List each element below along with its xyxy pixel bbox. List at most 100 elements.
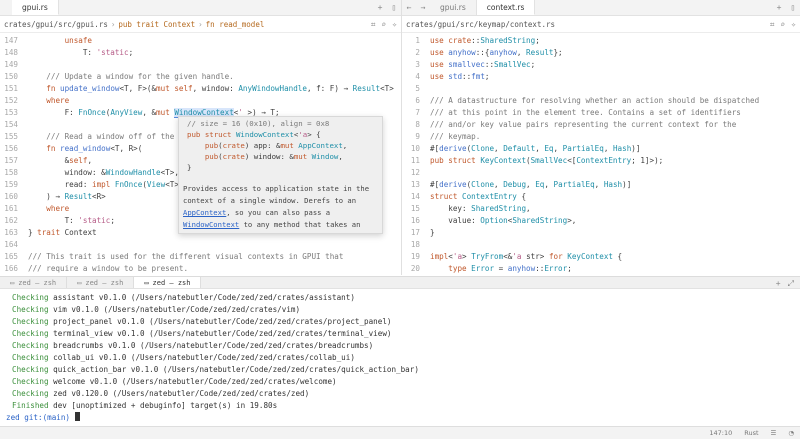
- split-icon[interactable]: ▯: [387, 0, 401, 15]
- code-line[interactable]: 8 /// and/or key value pairs representing…: [402, 119, 736, 130]
- code-line[interactable]: 18: [402, 239, 430, 250]
- terminal-line: Checking terminal_view v0.1.0 (/Users/na…: [12, 329, 392, 338]
- code-line[interactable]: 150 /// Update a window for the given ha…: [0, 71, 233, 82]
- split-icon[interactable]: ▯: [786, 0, 800, 15]
- arrow-right-icon[interactable]: →: [416, 0, 430, 15]
- code-line[interactable]: 160 ) → Result<R>: [0, 191, 105, 202]
- hover-popover[interactable]: // size = 16 (0x10), align = 0x8 pub stru…: [178, 116, 383, 234]
- code-line[interactable]: 17}: [402, 227, 435, 238]
- terminal-line: Checking welcome v0.1.0 (/Users/natebutl…: [12, 377, 337, 386]
- language-selector[interactable]: Rust: [744, 429, 758, 437]
- tab-gpui-rs-right[interactable]: gpui.rs: [430, 0, 477, 15]
- code-line[interactable]: 16 value: Option<SharedString>,: [402, 215, 577, 226]
- code-text: T: 'static;: [28, 216, 115, 225]
- code-line[interactable]: 11 pub struct KeyContext(SmallVec<[Contex…: [402, 155, 663, 166]
- line-number: 166: [4, 264, 18, 273]
- left-breadcrumb[interactable]: crates/gpui/src/gpui.rs › pub trait Cont…: [0, 16, 401, 33]
- code-line[interactable]: 158 window: &WindowHandle<T>,: [0, 167, 179, 178]
- line-number: 157: [4, 156, 18, 165]
- code-line[interactable]: 147 unsafe: [0, 35, 92, 46]
- code-line[interactable]: 162 T: 'static;: [0, 215, 115, 226]
- code-line[interactable]: 2 use anyhow::{anyhow, Result};: [402, 47, 562, 58]
- line-number: 158: [4, 168, 18, 177]
- right-breadcrumb[interactable]: crates/gpui/src/keymap/context.rs ⌗ ⌕ ✧: [402, 16, 800, 33]
- code-line[interactable]: 1 use crate::SharedString;: [402, 35, 539, 46]
- search-icon[interactable]: ⌕: [780, 20, 785, 29]
- terminal-prompt[interactable]: zed git:(main): [6, 412, 80, 423]
- code-line[interactable]: 148 T: 'static;: [0, 47, 133, 58]
- search-icon[interactable]: ⌕: [381, 20, 386, 29]
- plus-icon[interactable]: +: [776, 279, 781, 288]
- code-line[interactable]: 165 /// This trait is used for the differ…: [0, 251, 343, 262]
- code-line[interactable]: 6 /// A datastructure for resolving wheth…: [402, 95, 759, 106]
- code-line[interactable]: 10 #[derive(Clone, Default, Eq, PartialEq…: [402, 143, 641, 154]
- code-line[interactable]: 155 /// Read a window off of the: [0, 131, 174, 142]
- plus-icon[interactable]: +: [373, 0, 387, 15]
- code-line[interactable]: 14 struct ContextEntry {: [402, 191, 526, 202]
- line-number: 3: [415, 60, 420, 69]
- terminal-line: Checking collab_ui v0.1.0 (/Users/natebu…: [12, 353, 355, 362]
- status-bar: 147:10 Rust ☰ ◔: [0, 426, 800, 439]
- tab-label: gpui.rs: [440, 3, 466, 12]
- code-line[interactable]: 151 fn update_window<T, F>(&mut self, wi…: [0, 83, 394, 94]
- code-text: } trait Context: [28, 228, 97, 237]
- doc-link[interactable]: WindowContext: [183, 220, 239, 229]
- terminal-tab-3[interactable]: ▭ zed — zsh: [134, 277, 202, 288]
- code-line[interactable]: 4 use std::fmt;: [402, 71, 489, 82]
- terminal-tab-label: zed — zsh: [152, 278, 191, 287]
- popover-code-line: pub struct WindowContext<'a> {: [187, 130, 321, 139]
- tab-gpui-rs[interactable]: gpui.rs: [12, 0, 59, 15]
- inlay-hint-icon[interactable]: ⌗: [371, 20, 376, 30]
- line-number: 19: [410, 252, 420, 261]
- maximize-icon[interactable]: ⤢: [788, 279, 794, 289]
- code-text: /// A datastructure for resolving whethe…: [430, 96, 760, 105]
- terminal-tab-2[interactable]: ▭ zed — zsh: [67, 277, 135, 288]
- notification-icon[interactable]: ◔: [788, 429, 794, 437]
- right-editor[interactable]: 1 use crate::SharedString; 2 use anyhow::{a…: [402, 33, 800, 276]
- code-line[interactable]: 7 /// at this point in the element tree. …: [402, 107, 740, 118]
- assistant-icon[interactable]: ✧: [791, 20, 796, 29]
- code-line[interactable]: 154: [0, 119, 28, 130]
- code-line[interactable]: 9 /// keymap.: [402, 131, 480, 142]
- cursor-position[interactable]: 147:10: [709, 429, 732, 437]
- line-number: 150: [4, 72, 18, 81]
- code-line[interactable]: 159 read: impl FnOnce(View<T>: [0, 179, 179, 190]
- code-line[interactable]: 3 use smallvec::SmallVec;: [402, 59, 535, 70]
- arrow-left-icon[interactable]: ←: [402, 0, 416, 15]
- breadcrumb-path: crates/gpui/src/gpui.rs: [4, 19, 108, 29]
- code-text: value: Option<SharedString>,: [430, 216, 577, 225]
- code-line[interactable]: 20 type Error = anyhow::Error;: [402, 263, 572, 274]
- terminal-tab-1[interactable]: ▭ zed — zsh: [0, 277, 68, 288]
- code-line[interactable]: 166 /// require a window to be present.: [0, 263, 188, 274]
- doc-link[interactable]: AppContext: [183, 208, 226, 217]
- code-line[interactable]: 13 #[derive(Clone, Debug, Eq, PartialEq, …: [402, 179, 631, 190]
- code-line[interactable]: 161 where: [0, 203, 69, 214]
- inlay-hint-icon[interactable]: ⌗: [770, 20, 775, 30]
- feedback-icon[interactable]: ☰: [771, 429, 777, 437]
- line-number: 15: [410, 204, 420, 213]
- code-line[interactable]: 5: [402, 83, 430, 94]
- code-line[interactable]: 152 where: [0, 95, 69, 106]
- code-line[interactable]: 19 impl<'a> TryFrom<&'a str> for KeyConte…: [402, 251, 622, 262]
- line-number: 8: [415, 120, 420, 129]
- code-text: }: [430, 228, 435, 237]
- terminal-output[interactable]: Checking assistant v0.1.0 (/Users/natebu…: [0, 290, 800, 426]
- plus-icon[interactable]: +: [772, 0, 786, 15]
- chevron-right-icon: ›: [110, 19, 116, 29]
- assistant-icon[interactable]: ✧: [392, 20, 397, 29]
- code-line[interactable]: 164: [0, 239, 28, 250]
- terminal-line: Finished dev [unoptimized + debuginfo] t…: [12, 401, 278, 410]
- chevron-right-icon: ›: [198, 19, 203, 29]
- code-line[interactable]: 163} trait Context: [0, 227, 97, 238]
- popover-doc-line: context of a single window. Derefs to an: [183, 196, 357, 205]
- tab-context-rs[interactable]: context.rs: [476, 0, 536, 15]
- code-line[interactable]: 12: [402, 167, 430, 178]
- code-line[interactable]: 156 fn read_window<T, R>(: [0, 143, 142, 154]
- code-line[interactable]: 157 &self,: [0, 155, 92, 166]
- line-number: 12: [410, 168, 420, 177]
- code-line[interactable]: 15 key: SharedString,: [402, 203, 531, 214]
- line-number: 20: [410, 264, 420, 273]
- line-number: 17: [410, 228, 420, 237]
- line-number: 161: [4, 204, 18, 213]
- code-line[interactable]: 149: [0, 59, 28, 70]
